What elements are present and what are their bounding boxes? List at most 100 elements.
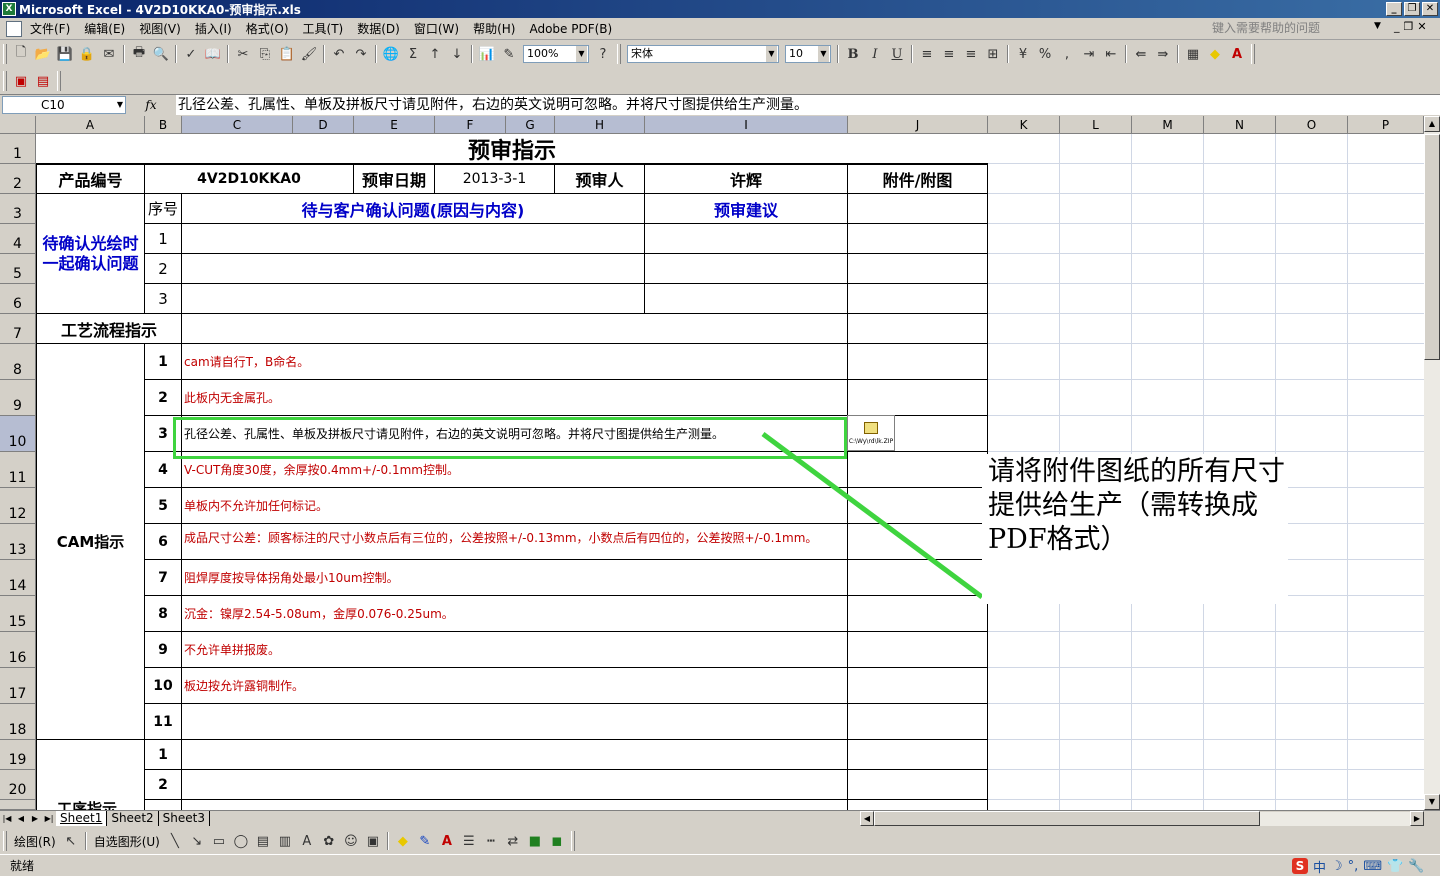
process-label[interactable]: 工艺流程指示 [36,314,182,344]
cam-num[interactable]: 8 [145,596,182,632]
attachment-cell[interactable] [848,704,988,740]
cam-item[interactable]: 不允许单拼报废。 [182,632,848,668]
decrease-indent-icon[interactable]: ⇚ [1130,43,1152,65]
hyperlink-icon[interactable]: 🌐 [380,43,402,65]
cam-item[interactable]: V-CUT角度30度，余厚按0.4mm+/-0.1mm控制。 [182,452,848,488]
attachment-cell[interactable] [848,800,988,810]
menu-view[interactable]: 视图(V) [139,20,191,37]
cam-item[interactable]: 单板内不允许加任何标记。 [182,488,848,524]
next-group-label[interactable]: 工序指示 [36,740,145,810]
toolbar-grip[interactable] [3,831,7,851]
column-header-n[interactable]: N [1204,116,1276,134]
attachment-cell[interactable] [848,770,988,800]
align-center-icon[interactable]: ≡ [938,43,960,65]
zoom-select[interactable]: 100% ▼ [523,45,589,63]
menu-help[interactable]: 帮助(H) [473,20,525,37]
attachment-cell[interactable] [848,254,988,284]
row-header[interactable]: 18 [0,704,36,740]
column-header-g[interactable]: G [506,116,555,134]
chevron-down-icon[interactable]: ▼ [766,46,777,62]
attachment-cell[interactable] [848,314,988,344]
horizontal-scroll-thumb[interactable] [874,811,1260,826]
row-header[interactable]: 12 [0,488,36,524]
diagram-icon[interactable]: ✿ [318,830,340,852]
column-header-i[interactable]: I [645,116,848,134]
attachment-cell[interactable] [848,344,988,380]
toolbar-grip[interactable] [3,44,7,64]
name-box[interactable]: C10 ▼ [2,96,126,114]
research-icon[interactable]: 📖 [202,43,224,65]
doc-minimize-button[interactable]: _ [1394,20,1400,33]
toolbar-grip[interactable] [3,71,7,91]
column-header-d[interactable]: D [293,116,354,134]
new-file-icon[interactable]: 🗋 [10,43,32,65]
attachment-cell[interactable] [848,380,988,416]
menu-data[interactable]: 数据(D) [357,20,410,37]
last-sheet-icon[interactable]: ▶| [42,814,56,823]
suggest-label[interactable]: 预审建议 [645,194,848,224]
insert-function-icon[interactable]: fx [126,98,176,112]
convert-pdf-icon[interactable]: ▣ [10,70,32,92]
copy-icon[interactable]: ⎘ [254,43,276,65]
scroll-left-icon[interactable]: ◀ [860,811,874,826]
percent-button[interactable]: % [1034,43,1056,65]
doc-restore-button[interactable]: ❐ [1404,20,1414,33]
vertical-scroll-thumb[interactable] [1424,134,1440,360]
currency-icon[interactable]: ¥ [1012,43,1034,65]
column-header-a[interactable]: A [36,116,145,134]
permission-icon[interactable]: 🔒 [76,43,98,65]
row-header[interactable]: 20 [0,770,36,800]
toolbar-grip[interactable] [1251,44,1255,64]
draw-menu-button[interactable]: 绘图(R) [14,833,56,850]
next-num[interactable]: 2 [145,770,182,800]
punctuation-icon[interactable]: °, [1348,859,1359,874]
confirm-suggest-cell[interactable] [645,284,848,314]
row-header[interactable]: 19 [0,740,36,770]
column-header-b[interactable]: B [145,116,182,134]
row-header[interactable]: 2 [0,164,36,194]
next-content-cell[interactable] [182,740,848,770]
confirm-issue-cell[interactable] [182,224,645,254]
next-num[interactable] [145,800,182,810]
pdf-email-icon[interactable]: ▤ [32,70,54,92]
row-header[interactable]: 17 [0,668,36,704]
font-color-icon[interactable]: A [436,830,458,852]
select-objects-icon[interactable]: ↖ [60,830,82,852]
minimize-button[interactable]: _ [1386,2,1402,16]
italic-button[interactable]: I [864,43,886,65]
autoshapes-menu-button[interactable]: 自选图形(U) [94,833,160,850]
paste-icon[interactable]: 📋 [276,43,298,65]
row-header[interactable]: 13 [0,524,36,560]
row-header[interactable]: 3 [0,194,36,224]
bold-button[interactable]: B [842,43,864,65]
toolbar-grip[interactable] [570,831,575,851]
review-date-label[interactable]: 预审日期 [354,164,435,194]
menu-format[interactable]: 格式(O) [246,20,299,37]
font-size-select[interactable]: 10 ▼ [785,45,831,63]
open-folder-icon[interactable]: 📂 [32,43,54,65]
confirm-suggest-cell[interactable] [645,224,848,254]
sort-descending-icon[interactable]: ↓ [446,43,468,65]
spreadsheet-grid[interactable]: A B C D E F G H I J K L M N O P 1 2 3 4 … [0,116,1424,810]
chevron-down-icon[interactable]: ▼ [576,46,587,62]
cam-item[interactable] [182,704,848,740]
cam-num[interactable]: 10 [145,668,182,704]
attachment-cell[interactable] [848,632,988,668]
restore-button[interactable]: ❐ [1404,2,1420,16]
cam-num[interactable]: 6 [145,524,182,560]
cam-num[interactable]: 11 [145,704,182,740]
line-icon[interactable]: ╲ [164,830,186,852]
chart-wizard-icon[interactable]: 📊 [476,43,498,65]
attachment-label[interactable]: 附件/附图 [848,164,988,194]
column-header-l[interactable]: L [1060,116,1132,134]
row-header[interactable]: 14 [0,560,36,596]
column-header-p[interactable]: P [1348,116,1424,134]
half-width-icon[interactable]: ☽ [1331,859,1343,874]
picture-icon[interactable]: ▣ [362,830,384,852]
shadow-icon[interactable]: ■ [524,830,546,852]
font-select[interactable]: 宋体 ▼ [627,45,779,63]
cam-item[interactable]: 此板内无金属孔。 [182,380,848,416]
chevron-down-icon[interactable]: ▼ [1374,21,1381,31]
column-header-m[interactable]: M [1132,116,1204,134]
next-sheet-icon[interactable]: ▶ [28,814,42,823]
